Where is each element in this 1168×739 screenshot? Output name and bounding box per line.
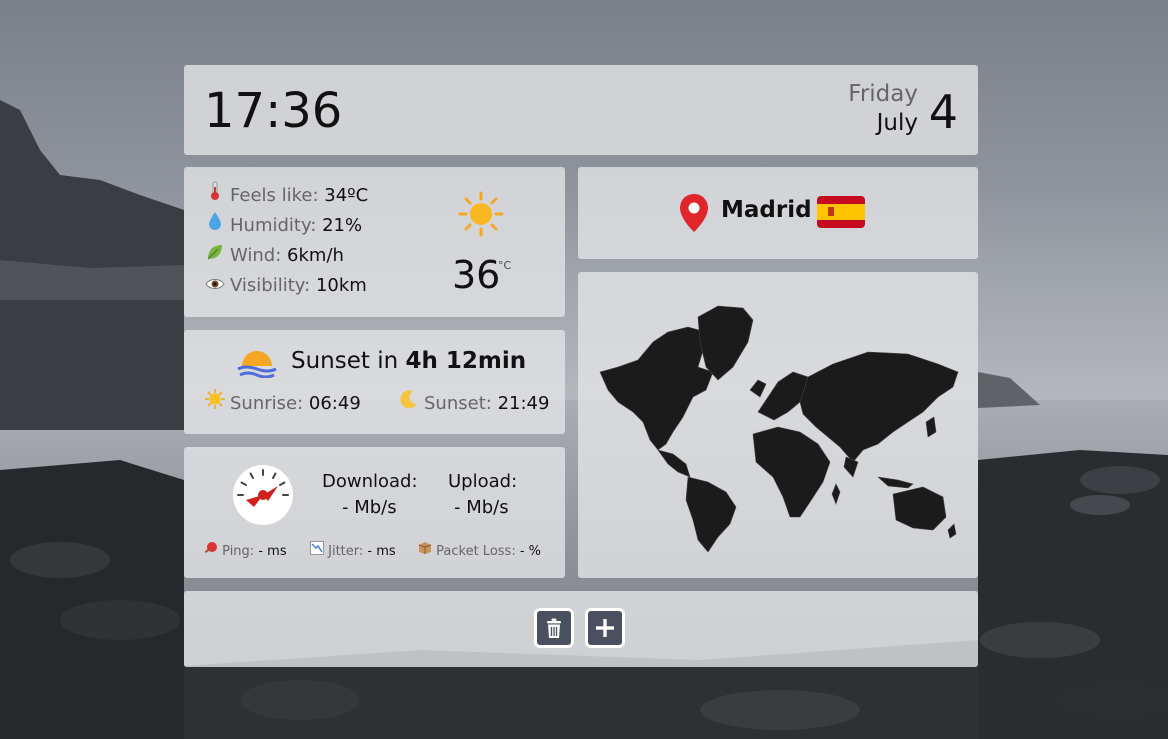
world-map	[599, 305, 959, 553]
plus-icon	[596, 619, 614, 637]
ping-stat: Ping: - ms	[204, 541, 287, 559]
upload-value: - Mb/s	[454, 497, 509, 518]
moon-icon	[398, 389, 420, 419]
time-display: 17:36	[204, 83, 343, 139]
spain-flag-icon	[816, 194, 866, 234]
chart-decreasing-icon	[310, 541, 324, 559]
sunset-horizon-icon	[236, 344, 278, 382]
ping-pong-icon	[204, 542, 218, 559]
sunrise-row: Sunrise: 06:49	[204, 389, 361, 419]
sunset-panel: Sunset in 4h 12min Sunrise: 06:49 Sunset…	[184, 330, 565, 434]
download-label: Download:	[322, 471, 418, 492]
delete-button[interactable]	[534, 608, 574, 648]
clock-panel: 17:36 Friday July 4	[184, 65, 978, 155]
humidity-row: Humidity: 21%	[204, 211, 362, 241]
temperature-unit: °C	[498, 259, 512, 272]
temperature-value: 36	[452, 253, 501, 297]
upload-label: Upload:	[448, 471, 518, 492]
location-pin-icon	[678, 193, 710, 237]
packet-loss-stat: Packet Loss: - %	[418, 541, 541, 559]
speedometer-icon[interactable]	[232, 464, 294, 530]
sun-icon	[458, 191, 504, 241]
feels-like-row: Feels like: 34ºC	[204, 181, 368, 211]
speedtest-panel: Download: - Mb/s Upload: - Mb/s Ping: - …	[184, 447, 565, 578]
add-button[interactable]	[585, 608, 625, 648]
package-icon	[418, 542, 432, 559]
weekday-label: Friday	[848, 81, 918, 107]
world-map-panel	[578, 272, 978, 578]
location-panel: Madrid	[578, 167, 978, 259]
wind-row: Wind: 6km/h	[204, 241, 344, 271]
toolbar-panel	[184, 591, 978, 667]
download-value: - Mb/s	[342, 497, 397, 518]
leaf-icon	[204, 241, 226, 271]
month-label: July	[876, 110, 918, 136]
sunset-countdown: Sunset in 4h 12min	[291, 348, 527, 374]
sunset-row: Sunset: 21:49	[398, 389, 549, 419]
city-name: Madrid	[721, 197, 812, 223]
weather-panel: Feels like: 34ºC Humidity: 21% Wind: 6km…	[184, 167, 565, 317]
thermometer-icon	[204, 181, 226, 211]
sun-face-icon	[204, 389, 226, 419]
trash-icon	[547, 618, 561, 638]
eye-icon	[204, 271, 226, 301]
jitter-stat: Jitter: - ms	[310, 541, 396, 559]
visibility-row: Visibility: 10km	[204, 271, 367, 301]
day-number: 4	[928, 85, 958, 139]
droplet-icon	[204, 211, 226, 241]
